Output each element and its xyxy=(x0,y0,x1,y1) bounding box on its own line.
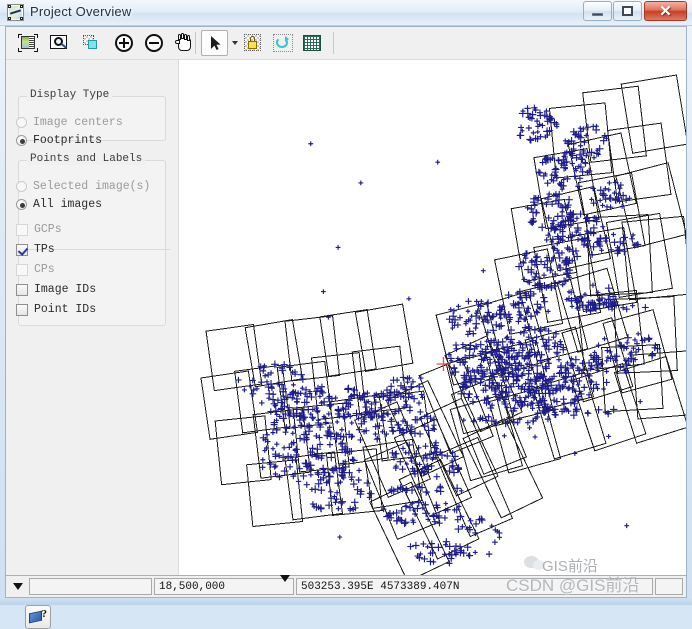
minimize-button[interactable] xyxy=(583,1,612,21)
toolbar-button-zoom-to-box[interactable] xyxy=(45,30,72,56)
title-bar[interactable]: Project Overview ✕ xyxy=(0,0,692,26)
refresh-icon xyxy=(272,34,293,52)
cursor-position-marker xyxy=(436,357,451,371)
radio-image-centers[interactable]: Image centers xyxy=(16,116,123,129)
radio-all-images-indicator xyxy=(16,199,27,210)
toolbar-button-refresh[interactable] xyxy=(269,30,296,56)
plus-circle-icon xyxy=(114,34,134,52)
layer-field[interactable] xyxy=(29,578,152,595)
checkbox-point-ids-indicator xyxy=(16,303,28,316)
radio-footprints-indicator xyxy=(16,135,27,146)
radio-selected-images-indicator xyxy=(16,181,27,192)
window-bottom-edge xyxy=(0,598,692,605)
checkbox-gcps-label: GCPs xyxy=(34,223,62,236)
radio-all-images-label: All images xyxy=(33,198,103,211)
app-icon xyxy=(7,4,24,21)
checkbox-image-ids-indicator xyxy=(16,283,28,296)
radio-image-centers-label: Image centers xyxy=(33,116,123,129)
points-and-labels-label: Points and Labels xyxy=(27,153,146,165)
book-question-icon xyxy=(29,610,42,624)
map-canvas[interactable] xyxy=(178,60,686,575)
fit-image-icon xyxy=(17,34,38,52)
checkbox-cps[interactable]: CPs xyxy=(16,263,55,276)
close-icon: ✕ xyxy=(659,2,672,20)
project-overview-window: Project Overview ✕ Display Type Image ce… xyxy=(0,0,692,629)
layer-dropdown-button[interactable] xyxy=(9,578,27,595)
coordinates-field: 503253.395E 4573389.407N xyxy=(296,578,653,595)
footprint-overview-graphic xyxy=(179,60,686,575)
help-button[interactable]: ? xyxy=(25,605,51,629)
checkbox-gcps-indicator xyxy=(16,223,28,236)
scale-value: 18,500,000 xyxy=(159,580,226,593)
radio-footprints[interactable]: Footprints xyxy=(16,134,102,147)
toolbar-button-zoom-previous[interactable] xyxy=(76,30,103,56)
minimize-icon xyxy=(592,13,603,16)
toolbar-button-zoom-out[interactable] xyxy=(140,30,167,56)
checkbox-image-ids[interactable]: Image IDs xyxy=(16,283,96,296)
toolbar-button-lock[interactable] xyxy=(239,30,266,56)
minus-circle-icon xyxy=(144,34,164,52)
checkbox-tps-label: TPs xyxy=(34,243,55,256)
toolbar-button-pan[interactable] xyxy=(170,30,197,56)
radio-footprints-label: Footprints xyxy=(33,134,103,147)
radio-selected-images-label: Selected image(s) xyxy=(33,180,151,193)
checkbox-tps-indicator xyxy=(16,243,28,256)
checkbox-point-ids-label: Point IDs xyxy=(34,303,97,316)
maximize-icon xyxy=(622,6,633,16)
scale-chevron-down-icon[interactable] xyxy=(280,575,290,594)
window-title: Project Overview xyxy=(30,4,132,19)
zoom-box-icon xyxy=(49,34,69,52)
checkbox-gcps[interactable]: GCPs xyxy=(16,223,62,236)
toolbar-button-fit-to-window[interactable] xyxy=(14,30,41,56)
help-question-mark: ? xyxy=(41,608,48,620)
close-button[interactable]: ✕ xyxy=(644,1,687,21)
toolbar-button-zoom-in[interactable] xyxy=(110,30,137,56)
checkbox-point-ids[interactable]: Point IDs xyxy=(16,303,96,316)
radio-all-images[interactable]: All images xyxy=(16,198,102,211)
options-panel: Display Type Image centers Footprints Po… xyxy=(6,60,178,629)
status-bar: 18,500,000 503253.395E 4573389.407N xyxy=(5,575,687,598)
padlock-icon xyxy=(243,34,263,52)
checkbox-image-ids-label: Image IDs xyxy=(34,283,97,296)
display-type-label: Display Type xyxy=(27,89,113,101)
arrow-cursor-icon xyxy=(205,34,225,52)
checkbox-cps-label: CPs xyxy=(34,263,55,276)
checkbox-cps-indicator xyxy=(16,263,28,276)
scale-field[interactable]: 18,500,000 xyxy=(154,575,294,595)
maximize-button[interactable] xyxy=(613,1,642,21)
hand-icon xyxy=(174,33,194,52)
radio-selected-images[interactable]: Selected image(s) xyxy=(16,180,150,193)
chevron-down-icon xyxy=(13,583,23,590)
statusbar-extra-field xyxy=(655,578,683,595)
toolbar-button-grid[interactable] xyxy=(298,30,325,56)
radio-image-centers-indicator xyxy=(16,117,27,128)
checkbox-tps[interactable]: TPs xyxy=(16,243,55,256)
zoom-previous-icon xyxy=(80,34,100,52)
toolbar-button-select[interactable] xyxy=(201,30,228,56)
toolbar xyxy=(6,27,686,60)
select-tool-chevron-down-icon[interactable] xyxy=(232,41,238,45)
grid-icon xyxy=(302,34,322,52)
client-area: Display Type Image centers Footprints Po… xyxy=(5,26,687,629)
